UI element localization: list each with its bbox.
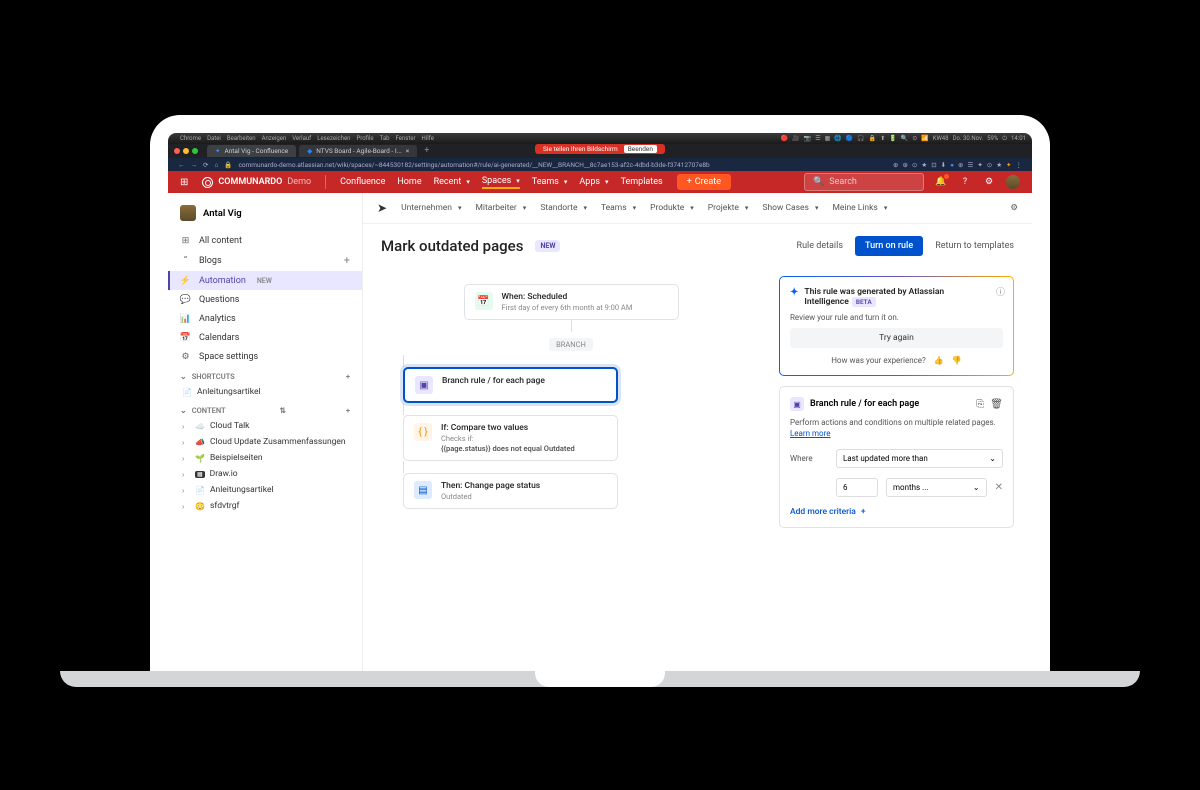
sidebar-user[interactable]: Antal Vig bbox=[168, 201, 362, 225]
sidebar-content-item[interactable]: ›😳sfdvtrgf bbox=[168, 498, 362, 514]
flow-node-if[interactable]: { } If: Compare two valuesChecks if:{{pa… bbox=[403, 415, 618, 461]
copy-icon[interactable]: ⎘ bbox=[976, 399, 984, 410]
rule-details-link[interactable]: Rule details bbox=[797, 241, 843, 251]
rule-canvas: 📅 When: ScheduledFirst day of every 6th … bbox=[381, 276, 761, 667]
sidebar-calendars[interactable]: 📅Calendars bbox=[168, 328, 362, 347]
nav-spaces[interactable]: Spaces bbox=[482, 176, 520, 189]
settings-icon[interactable]: ⚙ bbox=[982, 175, 996, 189]
sidebar-content-item[interactable]: ›📄Anleitungsartikel bbox=[168, 482, 362, 498]
screen-share-banner[interactable]: Sie teilen Ihren BildschirmBeenden bbox=[535, 144, 665, 154]
sidebar-content-item[interactable]: ›▦Draw.io bbox=[168, 466, 362, 482]
sparkle-icon: ✦ bbox=[790, 287, 798, 307]
create-button[interactable]: +Create bbox=[677, 174, 731, 190]
app-switcher-icon[interactable]: ⊞ bbox=[180, 177, 188, 188]
nav-recent[interactable]: Recent bbox=[434, 176, 470, 189]
sidebar-content-item[interactable]: ›📣Cloud Update Zusammenfassungen bbox=[168, 434, 362, 450]
crumb-item[interactable]: Meine Links bbox=[832, 203, 887, 213]
new-badge: NEW bbox=[535, 240, 560, 252]
plane-icon[interactable]: ➤ bbox=[377, 201, 387, 215]
page-title: Mark outdated pages bbox=[381, 237, 523, 255]
add-icon[interactable]: + bbox=[346, 406, 350, 415]
page-icon: ▤ bbox=[414, 481, 432, 499]
gear-icon: ⚙ bbox=[180, 351, 191, 362]
automation-icon: ⚡ bbox=[180, 275, 191, 286]
brand-logo[interactable]: COMMUNARDODemo bbox=[202, 177, 311, 188]
nav-confluence[interactable]: Confluence bbox=[340, 176, 385, 189]
avatar[interactable] bbox=[1006, 175, 1020, 189]
sidebar-all-content[interactable]: ⊞All content bbox=[168, 231, 362, 250]
sidebar-questions[interactable]: 💬Questions bbox=[168, 290, 362, 309]
sidebar-content-item[interactable]: ›☁️Cloud Talk bbox=[168, 418, 362, 434]
browser-tab[interactable]: ◆NTVS Board - Agile-Board - I...× bbox=[299, 145, 417, 157]
thumbs-down-icon[interactable]: 👎 bbox=[952, 356, 962, 365]
nav-templates[interactable]: Templates bbox=[621, 176, 663, 189]
crumb-item[interactable]: Standorte bbox=[540, 203, 587, 213]
branch-icon: ▣ bbox=[790, 397, 804, 411]
sidebar-shortcuts-header[interactable]: ⌄SHORTCUTS+ bbox=[168, 366, 362, 384]
return-templates-link[interactable]: Return to templates bbox=[935, 241, 1014, 251]
sidebar-automation[interactable]: ⚡AutomationNEW bbox=[168, 271, 362, 290]
notifications-icon[interactable]: 🔔 bbox=[934, 175, 948, 189]
crumb-item[interactable]: Show Cases bbox=[762, 203, 818, 213]
chevron-down-icon: ⌄ bbox=[973, 483, 980, 492]
page-header: Mark outdated pages NEW Rule details Tur… bbox=[363, 224, 1032, 268]
chevron-down-icon: ⌄ bbox=[989, 454, 996, 463]
remove-icon[interactable]: ✕ bbox=[995, 482, 1003, 493]
sidebar-space-settings[interactable]: ⚙Space settings bbox=[168, 347, 362, 366]
unit-select[interactable]: months ...⌄ bbox=[886, 478, 987, 497]
flow-node-branch[interactable]: ▣ Branch rule / for each page bbox=[403, 367, 618, 403]
app-header: ⊞ COMMUNARDODemo Confluence Home Recent … bbox=[168, 171, 1032, 193]
questions-icon: 💬 bbox=[180, 294, 191, 305]
branch-icon: ▣ bbox=[415, 376, 433, 394]
search-input[interactable]: 🔍Search bbox=[804, 173, 924, 191]
calendar-icon: 📅 bbox=[475, 292, 493, 310]
number-input[interactable] bbox=[836, 478, 878, 497]
add-icon[interactable]: + bbox=[346, 372, 350, 381]
crumb-item[interactable]: Mitarbeiter bbox=[476, 203, 527, 213]
crumb-item[interactable]: Unternehmen bbox=[401, 203, 461, 213]
calendar-icon: 📅 bbox=[180, 332, 191, 343]
learn-more-link[interactable]: Learn more bbox=[790, 429, 830, 438]
gear-icon[interactable]: ⚙ bbox=[1010, 203, 1018, 213]
add-criteria-link[interactable]: Add more criteria+ bbox=[790, 507, 1003, 517]
browser-urlbar[interactable]: ←→⟳⌂🔒 communardo-demo.atlassian.net/wiki… bbox=[168, 158, 1032, 171]
help-icon[interactable]: ? bbox=[958, 175, 972, 189]
nav-teams[interactable]: Teams bbox=[532, 176, 568, 189]
try-again-button[interactable]: Try again bbox=[790, 328, 1003, 348]
sidebar-blogs[interactable]: “Blogs+ bbox=[168, 250, 362, 271]
analytics-icon: 📊 bbox=[180, 313, 191, 324]
grid-icon: ⊞ bbox=[180, 235, 191, 246]
flow-node-when[interactable]: 📅 When: ScheduledFirst day of every 6th … bbox=[464, 284, 679, 320]
sidebar-content-item[interactable]: ›🌱Beispielseiten bbox=[168, 450, 362, 466]
sidebar: Antal Vig ⊞All content “Blogs+ ⚡Automati… bbox=[168, 193, 363, 675]
browser-tab[interactable]: ✦Antal Vig - Confluence bbox=[207, 145, 296, 157]
ai-panel: ⓘ ✦This rule was generated by Atlassian … bbox=[779, 276, 1014, 376]
thumbs-up-icon[interactable]: 👍 bbox=[934, 356, 944, 365]
sidebar-content-header[interactable]: ⌄CONTENT⇅+ bbox=[168, 400, 362, 418]
breadcrumb: ➤ Unternehmen Mitarbeiter Standorte Team… bbox=[363, 193, 1032, 224]
detail-panel: ▣ Branch rule / for each page ⎘🗑 Perform… bbox=[779, 386, 1014, 528]
search-icon: 🔍 bbox=[813, 177, 824, 187]
branch-label: BRANCH bbox=[549, 338, 593, 351]
crumb-item[interactable]: Teams bbox=[601, 203, 636, 213]
sidebar-analytics[interactable]: 📊Analytics bbox=[168, 309, 362, 328]
delete-icon[interactable]: 🗑 bbox=[990, 399, 1003, 410]
where-select[interactable]: Last updated more than⌄ bbox=[836, 449, 1003, 468]
add-icon[interactable]: + bbox=[344, 254, 350, 267]
crumb-item[interactable]: Produkte bbox=[650, 203, 694, 213]
filter-icon[interactable]: ⇅ bbox=[280, 406, 286, 415]
turn-on-rule-button[interactable]: Turn on rule bbox=[855, 236, 923, 256]
sidebar-shortcut-item[interactable]: 📄Anleitungsartikel bbox=[168, 384, 362, 400]
flow-node-then[interactable]: ▤ Then: Change page statusOutdated bbox=[403, 473, 618, 509]
crumb-item[interactable]: Projekte bbox=[708, 203, 749, 213]
nav-apps[interactable]: Apps bbox=[579, 176, 608, 189]
macos-menubar: ChromeDateiBearbeitenAnzeigenVerlaufLese… bbox=[168, 133, 1032, 144]
info-icon[interactable]: ⓘ bbox=[996, 285, 1005, 298]
condition-icon: { } bbox=[414, 423, 432, 441]
blogs-icon: “ bbox=[180, 255, 191, 266]
plus-icon: + bbox=[861, 507, 866, 517]
nav-home[interactable]: Home bbox=[397, 176, 421, 189]
